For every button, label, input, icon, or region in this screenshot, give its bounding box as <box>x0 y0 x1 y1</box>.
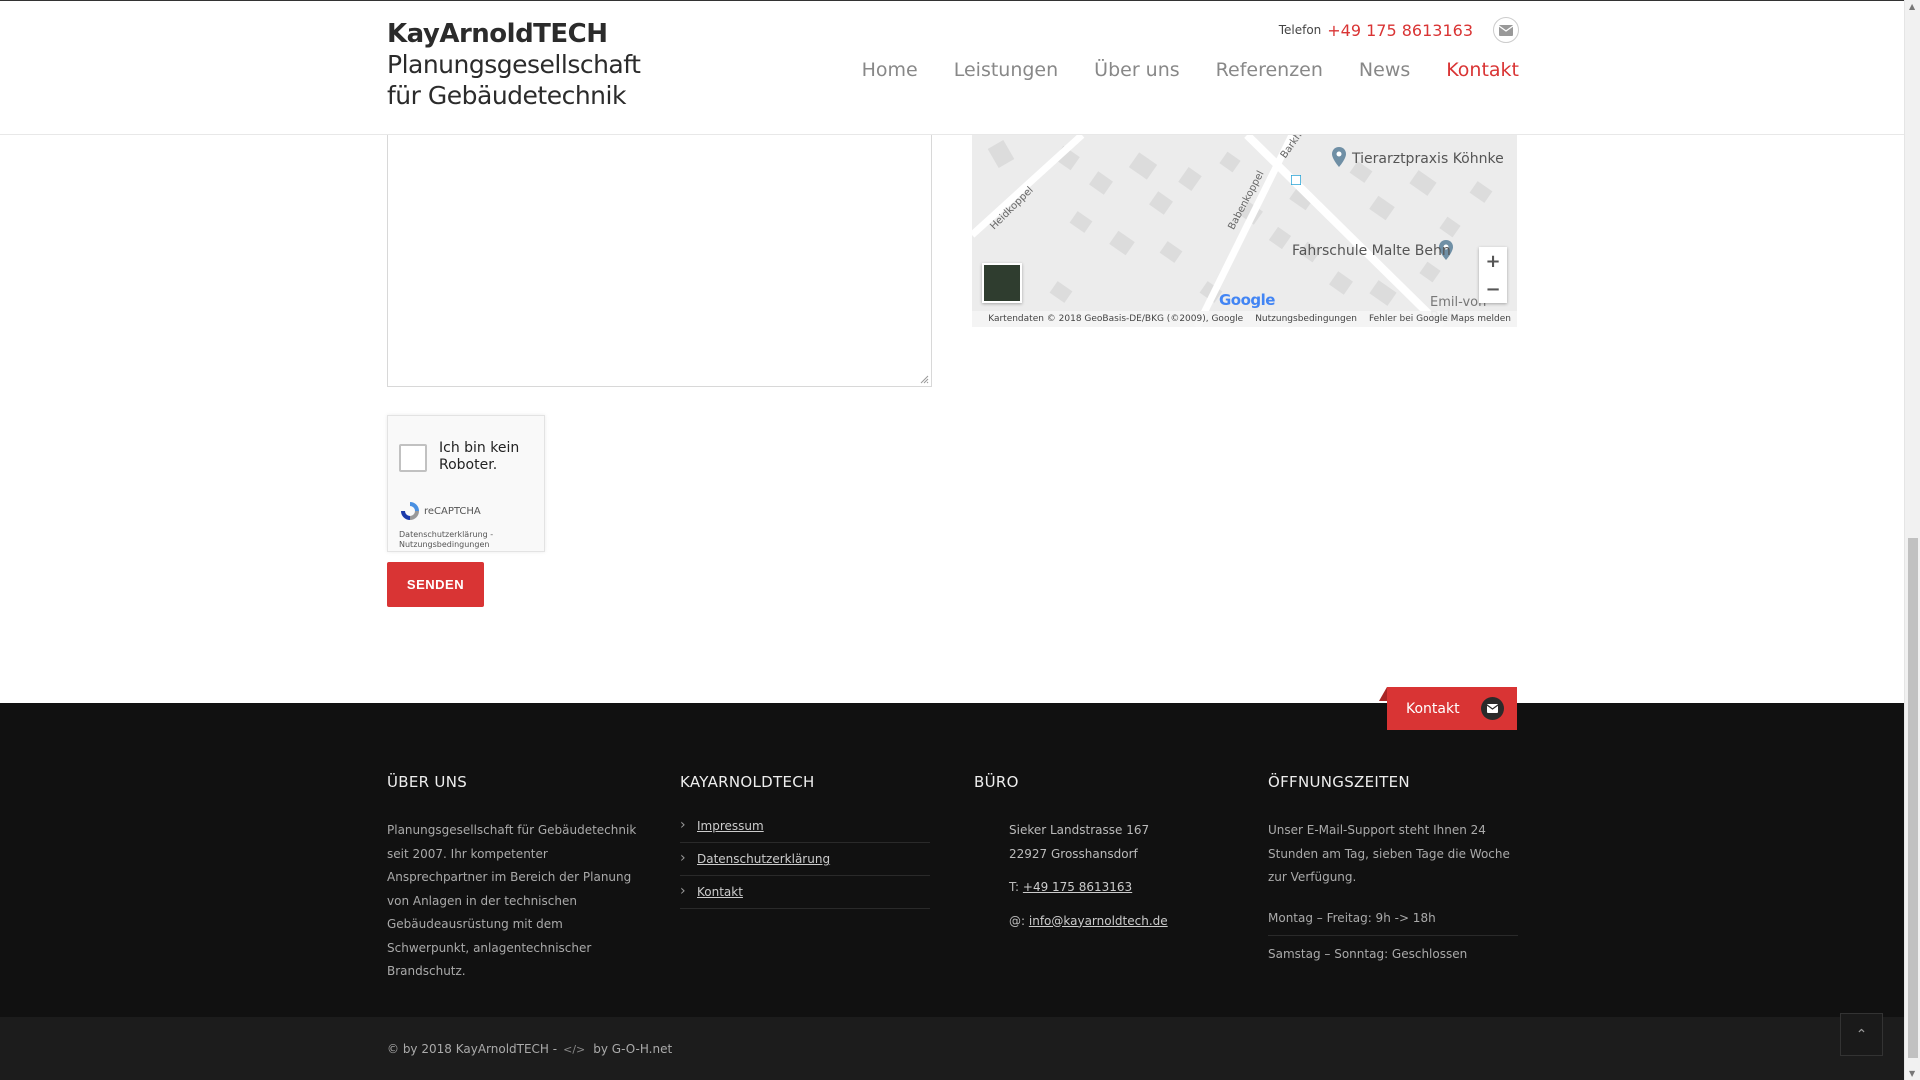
top-contact-bar: Telefon +49 175 8613163 <box>1279 17 1519 43</box>
office-city: 22927 Grosshansdorf <box>1009 846 1138 861</box>
map-report-link[interactable]: Fehler bei Google Maps melden <box>1369 314 1511 324</box>
google-logo-text: Google <box>1219 291 1275 309</box>
recaptcha-terms-link[interactable]: Nutzungsbedingungen <box>399 540 493 550</box>
envelope-icon <box>1481 697 1504 720</box>
hours-weekday: Montag – Freitag: 9h -> 18h <box>1268 900 1518 936</box>
footer-office-title: BÜRO <box>974 773 1019 791</box>
code-icon: </> <box>563 1042 586 1056</box>
copyright-credit-link[interactable]: by G-O-H.net <box>593 1042 672 1056</box>
resize-grip-icon[interactable] <box>920 375 929 384</box>
footer-about-text: Planungsgesellschaft für Gebäudetechnik … <box>387 823 637 978</box>
office-email-link[interactable]: info@kayarnoldtech.de <box>1029 914 1168 928</box>
office-phone-link[interactable]: +49 175 8613163 <box>1023 880 1132 894</box>
page-scrollbar[interactable]: ▲ ▼ <box>1904 0 1920 1080</box>
satellite-toggle[interactable] <box>982 263 1022 303</box>
copyright-bar: © by 2018 KayArnoldTECH - </> by G-O-H.n… <box>0 1017 1904 1080</box>
map-attribution: Kartendaten © 2018 GeoBasis-DE/BKG (©200… <box>988 314 1244 324</box>
google-map[interactable]: Heidkoppel Babenkoppel Barkh Tierarztpra… <box>972 135 1517 327</box>
zoom-in-button[interactable]: + <box>1479 247 1507 275</box>
envelope-icon <box>1499 24 1513 36</box>
footer-contact-tab-label: Kontakt <box>1406 700 1460 717</box>
footer-hours: ÖFFNUNGSZEITEN Unser E-Mail-Support steh… <box>1268 773 1518 971</box>
office-phone-row: T: +49 175 8613163 <box>974 876 1194 900</box>
brand-name: KayArnoldTECH <box>387 19 608 49</box>
office-street: Sieker Landstrasse 167 <box>1009 823 1150 837</box>
nav-news[interactable]: News <box>1359 59 1410 81</box>
recaptcha-widget: Ich bin kein Roboter. reCAPTCHA Datensch… <box>387 415 545 552</box>
header-mail-button[interactable] <box>1493 17 1519 43</box>
phone-number-link[interactable]: +49 175 8613163 <box>1327 21 1473 40</box>
phone-label: Telefon <box>1278 23 1322 37</box>
footer-links: KAYARNOLDTECH Impressum Datenschutzerklä… <box>680 773 930 909</box>
footer-contact-tab[interactable]: Kontakt <box>1379 687 1517 730</box>
footer-links-title: KAYARNOLDTECH <box>680 773 815 791</box>
office-email-prefix: @: <box>1009 913 1026 928</box>
nav-kontakt[interactable]: Kontakt <box>1446 59 1519 81</box>
scrollbar-thumb[interactable] <box>1908 538 1918 1058</box>
hours-weekend: Samstag – Sonntag: Geschlossen <box>1268 946 1468 961</box>
scroll-up-arrow-icon[interactable]: ▲ <box>1909 2 1915 11</box>
main-nav: Home Leistungen Über uns Referenzen News… <box>826 59 1519 81</box>
nav-leistungen[interactable]: Leistungen <box>954 59 1058 81</box>
footer-about: ÜBER UNS Planungsgesellschaft für Gebäud… <box>387 773 637 984</box>
map-zoom-control: + − <box>1479 247 1507 303</box>
recaptcha-label: Ich bin kein Roboter. <box>439 440 520 473</box>
recaptcha-links: Datenschutzerklärung - Nutzungsbedingung… <box>399 530 493 550</box>
copyright-text: © by 2018 KayArnoldTECH - <box>387 1042 558 1056</box>
recaptcha-logo-icon <box>401 502 419 520</box>
footer-office: BÜRO Sieker Landstrasse 167 22927 Grossh… <box>974 773 1194 933</box>
send-button[interactable]: SENDEN <box>387 562 484 607</box>
zoom-out-button[interactable]: − <box>1479 275 1507 303</box>
map-terms-link[interactable]: Nutzungsbedingungen <box>1255 314 1357 324</box>
nav-ueber-uns[interactable]: Über uns <box>1094 59 1180 81</box>
chevron-double-up-icon: ⌃ <box>1855 1026 1868 1043</box>
footer-link-kontakt[interactable]: Kontakt <box>680 876 930 909</box>
recaptcha-privacy-link[interactable]: Datenschutzerklärung - <box>399 530 493 540</box>
footer-link-datenschutz[interactable]: Datenschutzerklärung <box>680 843 930 876</box>
brand-tagline-line1: Planungsgesellschaft <box>387 50 641 79</box>
footer-link-impressum[interactable]: Impressum <box>680 817 930 843</box>
scroll-down-arrow-icon[interactable]: ▼ <box>1909 1069 1915 1078</box>
nav-home[interactable]: Home <box>862 59 918 81</box>
map-pin-icon[interactable] <box>1332 147 1346 167</box>
site-footer: ÜBER UNS Planungsgesellschaft für Gebäud… <box>0 703 1904 1017</box>
map-attribution-bar: Kartendaten © 2018 GeoBasis-DE/BKG (©200… <box>972 311 1517 327</box>
copyright-text-row: © by 2018 KayArnoldTECH - </> by G-O-H.n… <box>387 1042 672 1056</box>
brand-logo[interactable]: KayArnoldTECH Planungsgesellschaft für G… <box>387 19 641 111</box>
back-to-top-button[interactable]: ⌃ <box>1840 1013 1883 1056</box>
google-logo: Google <box>1219 291 1275 309</box>
office-phone-prefix: T: <box>1009 880 1020 894</box>
bus-stop-icon <box>1291 175 1301 185</box>
footer-hours-title: ÖFFNUNGSZEITEN <box>1268 773 1410 791</box>
map-place-fahrschule[interactable]: Fahrschule Malte Behn <box>1292 243 1451 259</box>
footer-hours-text: Unser E-Mail-Support steht Ihnen 24 Stun… <box>1268 823 1510 884</box>
message-textarea[interactable] <box>387 135 932 387</box>
site-header: KayArnoldTECH Planungsgesellschaft für G… <box>0 0 1904 135</box>
brand-tagline-line2: für Gebäudetechnik <box>387 81 626 110</box>
map-place-tierarzt[interactable]: Tierarztpraxis Köhnke <box>1352 151 1504 167</box>
recaptcha-brand: reCAPTCHA <box>424 506 481 517</box>
nav-referenzen[interactable]: Referenzen <box>1216 59 1323 81</box>
footer-about-title: ÜBER UNS <box>387 773 468 791</box>
office-email-row: @: info@kayarnoldtech.de <box>974 910 1194 934</box>
recaptcha-checkbox[interactable] <box>399 444 427 472</box>
